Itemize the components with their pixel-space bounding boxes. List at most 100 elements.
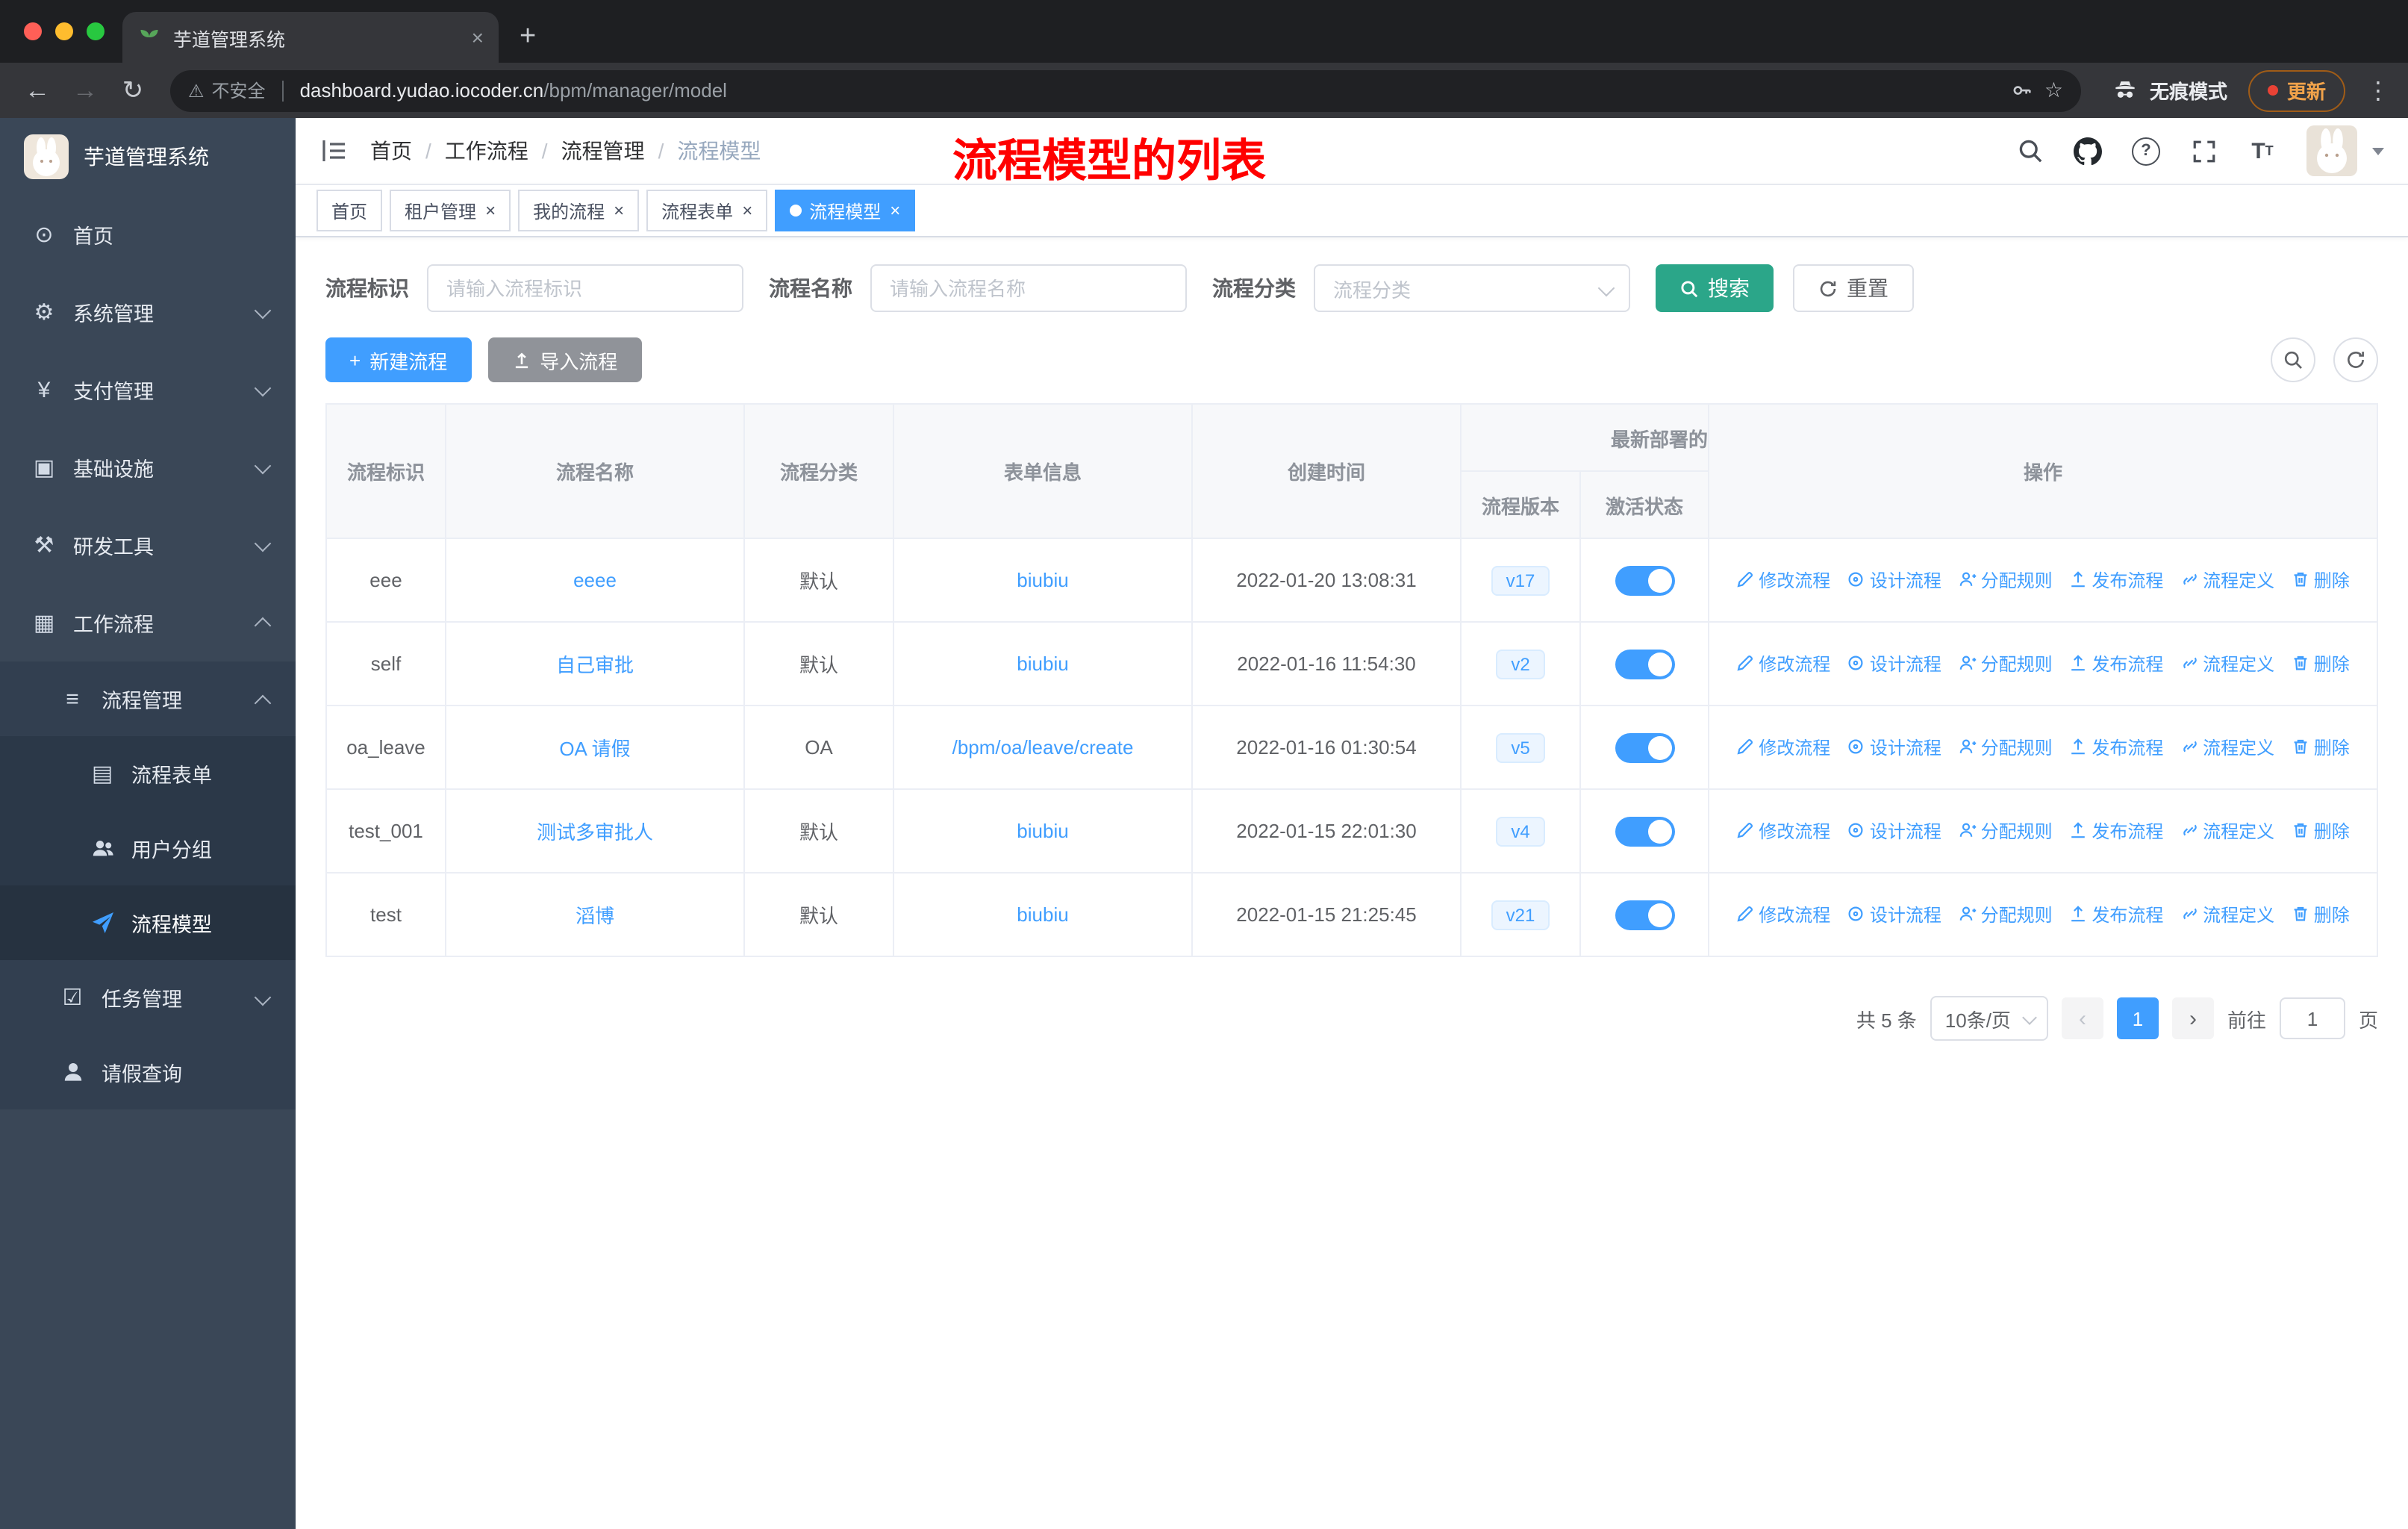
reload-button[interactable]: ↻ bbox=[113, 75, 152, 105]
collapse-sidebar-icon[interactable] bbox=[319, 136, 349, 166]
delete-link[interactable]: 删除 bbox=[2292, 902, 2350, 927]
sidebar-item-workflow[interactable]: ▦ 工作流程 bbox=[0, 584, 296, 661]
version-badge[interactable]: v17 bbox=[1491, 565, 1550, 595]
tag-process-model[interactable]: 流程模型 × bbox=[775, 190, 916, 231]
browser-tab[interactable]: 芋道管理系统 × bbox=[122, 12, 499, 63]
version-badge[interactable]: v5 bbox=[1496, 732, 1545, 762]
security-indicator[interactable]: ⚠ 不安全 bbox=[188, 78, 266, 103]
back-button[interactable]: ← bbox=[18, 75, 57, 105]
design-process-link[interactable]: 设计流程 bbox=[1847, 902, 1941, 927]
modify-process-link[interactable]: 修改流程 bbox=[1736, 902, 1830, 927]
version-badge[interactable]: v2 bbox=[1496, 649, 1545, 679]
window-minimize-button[interactable] bbox=[55, 22, 73, 40]
sidebar-item-home[interactable]: ⊙ 首页 bbox=[0, 196, 296, 273]
sidebar-item-payment-management[interactable]: ¥ 支付管理 bbox=[0, 351, 296, 429]
publish-process-link[interactable]: 发布流程 bbox=[2069, 567, 2163, 593]
refresh-button[interactable] bbox=[2333, 337, 2378, 382]
process-definition-link[interactable]: 流程定义 bbox=[2180, 651, 2274, 676]
sidebar-item-system-management[interactable]: ⚙ 系统管理 bbox=[0, 273, 296, 351]
form-link[interactable]: /bpm/oa/leave/create bbox=[952, 736, 1134, 759]
search-button[interactable]: 搜索 bbox=[1656, 264, 1774, 312]
assign-rule-link[interactable]: 分配规则 bbox=[1959, 818, 2053, 844]
process-definition-link[interactable]: 流程定义 bbox=[2180, 567, 2274, 593]
process-definition-link[interactable]: 流程定义 bbox=[2180, 902, 2274, 927]
goto-page-input[interactable] bbox=[2279, 997, 2345, 1039]
version-badge[interactable]: v21 bbox=[1491, 900, 1550, 929]
active-toggle[interactable] bbox=[1615, 816, 1674, 846]
tag-close-icon[interactable]: × bbox=[890, 200, 900, 221]
sidebar-item-process-management[interactable]: ≡ 流程管理 bbox=[0, 661, 296, 736]
import-process-button[interactable]: 导入流程 bbox=[487, 337, 642, 382]
address-bar[interactable]: ⚠ 不安全 dashboard.yudao.iocoder.cn/bpm/man… bbox=[170, 69, 2081, 111]
sidebar-item-leave-query[interactable]: 请假查询 bbox=[0, 1035, 296, 1109]
publish-process-link[interactable]: 发布流程 bbox=[2069, 902, 2163, 927]
help-icon[interactable]: ? bbox=[2132, 137, 2160, 165]
active-toggle[interactable] bbox=[1615, 900, 1674, 929]
bookmark-star-icon[interactable]: ☆ bbox=[2044, 78, 2063, 103]
tag-tenant-management[interactable]: 租户管理 × bbox=[390, 190, 511, 231]
forward-button[interactable]: → bbox=[66, 75, 105, 105]
password-key-icon[interactable] bbox=[2012, 79, 2034, 102]
process-definition-link[interactable]: 流程定义 bbox=[2180, 818, 2274, 844]
design-process-link[interactable]: 设计流程 bbox=[1847, 651, 1941, 676]
fullscreen-icon[interactable] bbox=[2190, 137, 2218, 165]
app-logo[interactable]: 芋道管理系统 bbox=[0, 118, 296, 196]
design-process-link[interactable]: 设计流程 bbox=[1847, 735, 1941, 760]
version-badge[interactable]: v4 bbox=[1496, 816, 1545, 846]
active-toggle[interactable] bbox=[1615, 565, 1674, 595]
sidebar-item-dev-tools[interactable]: ⚒ 研发工具 bbox=[0, 506, 296, 584]
font-size-icon[interactable]: TT bbox=[2248, 137, 2277, 165]
model-name-link[interactable]: eeee bbox=[573, 569, 617, 591]
process-id-input[interactable] bbox=[427, 264, 743, 312]
user-avatar[interactable] bbox=[2306, 125, 2357, 176]
tag-process-form[interactable]: 流程表单 × bbox=[646, 190, 768, 231]
page-number-1[interactable]: 1 bbox=[2116, 997, 2159, 1039]
modify-process-link[interactable]: 修改流程 bbox=[1736, 567, 1830, 593]
sidebar-item-process-model[interactable]: 流程模型 bbox=[0, 885, 296, 960]
form-link[interactable]: biubiu bbox=[1017, 569, 1068, 591]
reset-button[interactable]: 重置 bbox=[1793, 264, 1914, 312]
delete-link[interactable]: 删除 bbox=[2292, 818, 2350, 844]
delete-link[interactable]: 删除 bbox=[2292, 567, 2350, 593]
window-zoom-button[interactable] bbox=[87, 22, 105, 40]
sidebar-item-user-group[interactable]: 用户分组 bbox=[0, 811, 296, 885]
breadcrumb-process-management[interactable]: 流程管理 bbox=[561, 136, 645, 166]
create-process-button[interactable]: + 新建流程 bbox=[325, 337, 472, 382]
breadcrumb-workflow[interactable]: 工作流程 bbox=[445, 136, 528, 166]
form-link[interactable]: biubiu bbox=[1017, 820, 1068, 842]
sidebar-item-infrastructure[interactable]: ▣ 基础设施 bbox=[0, 429, 296, 506]
assign-rule-link[interactable]: 分配规则 bbox=[1959, 651, 2053, 676]
github-icon[interactable] bbox=[2074, 137, 2102, 165]
browser-menu-icon[interactable]: ⋮ bbox=[2366, 75, 2390, 105]
tag-home[interactable]: 首页 bbox=[316, 190, 383, 231]
model-name-link[interactable]: 测试多审批人 bbox=[537, 821, 653, 844]
tag-my-process[interactable]: 我的流程 × bbox=[518, 190, 640, 231]
modify-process-link[interactable]: 修改流程 bbox=[1736, 651, 1830, 676]
publish-process-link[interactable]: 发布流程 bbox=[2069, 818, 2163, 844]
modify-process-link[interactable]: 修改流程 bbox=[1736, 818, 1830, 844]
update-button[interactable]: 更新 bbox=[2248, 69, 2345, 111]
tag-close-icon[interactable]: × bbox=[485, 200, 496, 221]
assign-rule-link[interactable]: 分配规则 bbox=[1959, 902, 2053, 927]
tag-close-icon[interactable]: × bbox=[614, 200, 624, 221]
delete-link[interactable]: 删除 bbox=[2292, 651, 2350, 676]
process-category-select[interactable]: 流程分类 bbox=[1314, 264, 1630, 312]
model-name-link[interactable]: 滔博 bbox=[576, 905, 614, 927]
assign-rule-link[interactable]: 分配规则 bbox=[1959, 567, 2053, 593]
avatar-dropdown-caret[interactable] bbox=[2372, 147, 2384, 155]
process-definition-link[interactable]: 流程定义 bbox=[2180, 735, 2274, 760]
model-name-link[interactable]: 自己审批 bbox=[556, 654, 634, 676]
active-toggle[interactable] bbox=[1615, 649, 1674, 679]
sidebar-item-task-management[interactable]: ☑ 任务管理 bbox=[0, 960, 296, 1035]
next-page-button[interactable]: › bbox=[2171, 997, 2214, 1039]
breadcrumb-home[interactable]: 首页 bbox=[370, 136, 412, 166]
page-size-select[interactable]: 10条/页 bbox=[1930, 996, 2048, 1041]
sidebar-item-process-form[interactable]: ▤ 流程表单 bbox=[0, 736, 296, 811]
model-name-link[interactable]: OA 请假 bbox=[559, 738, 630, 760]
publish-process-link[interactable]: 发布流程 bbox=[2069, 735, 2163, 760]
toggle-search-button[interactable] bbox=[2271, 337, 2315, 382]
process-name-input[interactable] bbox=[870, 264, 1187, 312]
new-tab-button[interactable]: + bbox=[520, 21, 536, 54]
tab-close-icon[interactable]: × bbox=[472, 25, 484, 49]
form-link[interactable]: biubiu bbox=[1017, 903, 1068, 926]
